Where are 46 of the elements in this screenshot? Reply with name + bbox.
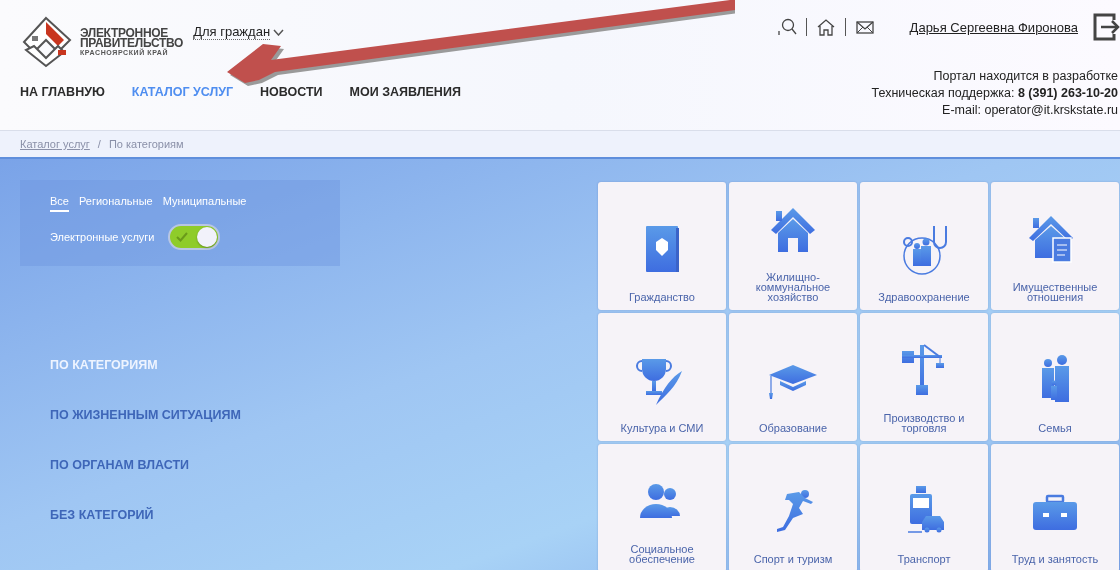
logo-title: ЭЛЕКТРОННОЕ xyxy=(80,27,168,38)
portal-status-text: Портал находится в разработке xyxy=(932,68,1118,85)
view-link[interactable]: ПО ЖИЗНЕННЫМ СИТУАЦИЯМ xyxy=(50,407,598,423)
toggle-label: Электронные услуги xyxy=(50,231,155,243)
check-icon xyxy=(176,232,189,242)
category-label: Образование xyxy=(758,423,828,433)
category-label: Спорт и туризм xyxy=(753,554,833,564)
caret-icon xyxy=(273,28,285,36)
category-label: Здравоохранение xyxy=(878,292,970,302)
category-label: Социальное обеспечение xyxy=(629,544,695,564)
breadcrumb-separator: / xyxy=(97,138,101,150)
nav-link[interactable]: НОВОСТИ xyxy=(260,85,323,99)
category-tile[interactable]: Производство и торговля xyxy=(860,313,988,441)
logo-title: ПРАВИТЕЛЬСТВО xyxy=(80,37,184,48)
view-link[interactable]: БЕЗ КАТЕГОРИЙ xyxy=(50,507,598,523)
category-label: Жилищно- коммунальное хозяйство xyxy=(755,272,831,302)
breadcrumb-current: По категориям xyxy=(108,138,184,150)
category-tile[interactable]: Спорт и туризм xyxy=(729,444,857,570)
view-link[interactable]: ПО ОРГАНАМ ВЛАСТИ xyxy=(50,457,598,473)
toggle-switch[interactable] xyxy=(168,224,221,250)
support-phone-text: Техническая поддержка: 8 (391) 263-10-20 xyxy=(871,85,1118,102)
audience-dropdown[interactable]: Для граждан xyxy=(193,24,285,40)
category-tile[interactable]: Социальное обеспечение xyxy=(598,444,726,570)
category-tile[interactable]: Жилищно- коммунальное хозяйство xyxy=(729,182,857,310)
category-tile[interactable]: Транспорт xyxy=(860,444,988,570)
category-label: Имущественные отношения xyxy=(1012,282,1098,302)
category-label: Гражданство xyxy=(629,292,695,302)
logout-icon[interactable] xyxy=(1092,12,1120,42)
support-email-text: E-mail: operator@it.krskstate.ru xyxy=(941,102,1118,119)
category-tile[interactable]: Имущественные отношения xyxy=(991,182,1119,310)
nav-link[interactable]: НА ГЛАВНУЮ xyxy=(20,85,105,99)
nav-link[interactable]: МОИ ЗАЯВЛЕНИЯ xyxy=(349,85,461,99)
category-tile[interactable]: Труд и занятость xyxy=(991,444,1119,570)
user-name-link[interactable]: Дарья Сергеевна Фиронова xyxy=(909,19,1078,35)
category-label: Труд и занятость xyxy=(1011,554,1099,564)
category-tile[interactable]: Гражданство xyxy=(598,182,726,310)
category-label: Производство и торговля xyxy=(883,413,965,433)
category-tile[interactable]: Здравоохранение xyxy=(860,182,988,310)
category-tile[interactable]: Образование xyxy=(729,313,857,441)
category-tile[interactable]: Семья xyxy=(991,313,1119,441)
nav-link[interactable]: КАТАЛОГ УСЛУГ xyxy=(131,85,234,99)
category-label: Транспорт xyxy=(897,554,951,564)
breadcrumb-link[interactable]: Каталог услуг xyxy=(20,138,90,150)
category-label: Культура и СМИ xyxy=(620,423,704,433)
category-label: Семья xyxy=(1038,423,1072,433)
category-tile[interactable]: Культура и СМИ xyxy=(598,313,726,441)
